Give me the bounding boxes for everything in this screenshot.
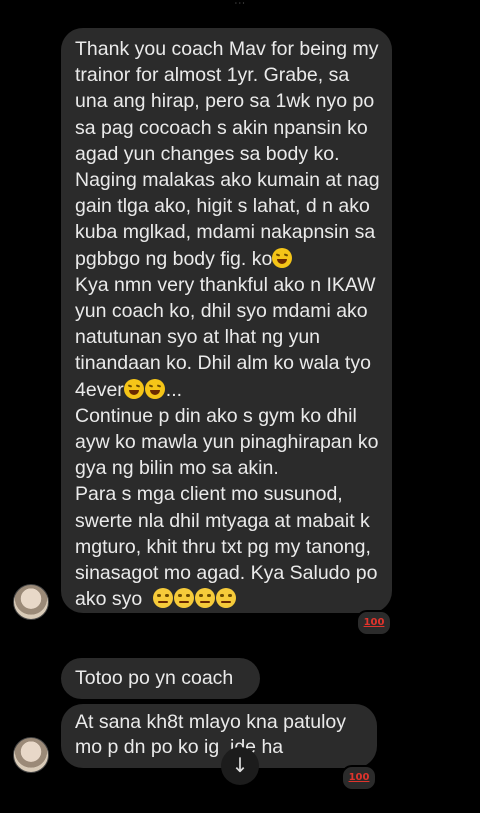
rolling-laughing-emoji-icon	[272, 247, 293, 268]
scroll-down-button[interactable]: ↓	[221, 747, 259, 785]
message-text: Totoo po yn coach	[75, 667, 234, 689]
top-indicator: ᐧᐧᐧ	[234, 0, 246, 10]
avatar[interactable]	[13, 584, 49, 620]
message-bubble-1[interactable]: Thank you coach Mav for being my trainor…	[61, 28, 392, 613]
message-text: Thank you coach Mav for being my trainor…	[75, 38, 386, 270]
message-text: Continue p din ako s gym ko dhil ayw ko …	[75, 404, 379, 611]
ellipsis-text: ...	[165, 378, 183, 401]
reaction-100-icon[interactable]: 100	[341, 765, 377, 791]
reaction-100-icon[interactable]: 100	[356, 610, 392, 636]
message-text: Kya nmn very thankful ako n IKAW yun coa…	[75, 273, 381, 401]
saluting-face-emoji-icon	[216, 588, 237, 609]
rolling-laughing-emoji-icon	[144, 378, 165, 399]
message-text: At sana kh8t mlayo kna patuloy mo p dn p…	[75, 711, 352, 758]
saluting-face-emoji-icon	[174, 588, 195, 609]
saluting-face-emoji-icon	[153, 588, 174, 609]
rolling-laughing-emoji-icon	[123, 378, 144, 399]
message-bubble-2[interactable]: Totoo po yn coach	[61, 658, 260, 699]
avatar[interactable]	[13, 737, 49, 773]
saluting-face-emoji-icon	[195, 588, 216, 609]
message-bubble-3[interactable]: At sana kh8t mlayo kna patuloy mo p dn p…	[61, 704, 377, 768]
